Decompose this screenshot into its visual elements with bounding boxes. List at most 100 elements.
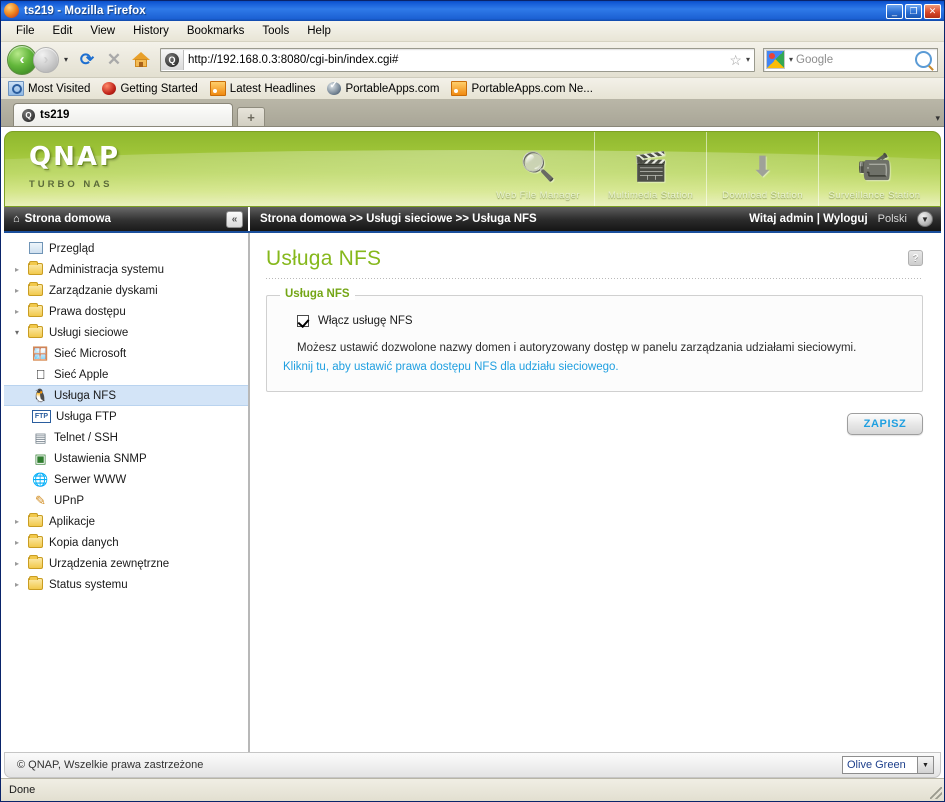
firefox-icon	[102, 82, 117, 95]
forward-button[interactable]: ›	[33, 46, 59, 73]
sidebar-item-status-systemu[interactable]: ▸ Status systemu	[4, 574, 248, 595]
station-web-file-manager[interactable]: 🔍 Web File Manager	[482, 132, 594, 206]
sidebar-item-label: Usługi sieciowe	[49, 326, 129, 339]
language-label[interactable]: Polski	[878, 213, 907, 225]
stop-icon[interactable]: ✕	[102, 48, 126, 72]
chevron-down-icon[interactable]: ▾	[746, 55, 750, 64]
reload-icon[interactable]: ⟳	[75, 48, 99, 72]
bookmark-getting-started[interactable]: Getting Started	[102, 82, 198, 95]
save-button[interactable]: ZAPISZ	[847, 413, 923, 436]
expander-icon[interactable]: ▸	[12, 307, 22, 316]
sidebar-item-label: Aplikacje	[49, 515, 96, 528]
sidebar-tree: ▸ Przegląd ▸ Administracja systemu ▸ Zar…	[4, 233, 250, 752]
brand-name: QNAP	[29, 142, 121, 172]
station-label: Multimedia Station	[607, 190, 694, 201]
menu-item-help[interactable]: Help	[298, 24, 340, 38]
expander-icon[interactable]: ▸	[12, 538, 22, 547]
sidebar-item-przeglad[interactable]: ▸ Przegląd	[4, 238, 248, 259]
station-multimedia[interactable]: 🎬 Multimedia Station	[594, 132, 706, 206]
page-viewport: QNAP TURBO NAS 🔍 Web File Manager 🎬 Mult…	[1, 127, 944, 778]
menu-item-view[interactable]: View	[81, 24, 124, 38]
bookmark-portableapps[interactable]: PortableApps.com	[327, 80, 439, 95]
minimize-button[interactable]: _	[886, 3, 903, 19]
sidebar-item-kopia-danych[interactable]: ▸ Kopia danych	[4, 532, 248, 553]
chevron-down-icon[interactable]: ▼	[917, 757, 933, 773]
theme-select[interactable]: Olive Green ▼	[842, 756, 934, 774]
sidebar-item-upnp[interactable]: ✎ UPnP	[4, 490, 248, 511]
url-bar[interactable]: Q http://192.168.0.3:8080/cgi-bin/index.…	[160, 47, 755, 72]
home-icon[interactable]	[129, 48, 153, 72]
chevron-down-icon[interactable]: ▾	[789, 55, 793, 64]
station-surveillance[interactable]: 📹 Surveillance Station	[818, 132, 930, 206]
site-favicon-icon: Q	[22, 108, 35, 122]
window-controls: _ ❐ ✕	[886, 3, 941, 19]
bookmark-star-icon[interactable]: ☆	[729, 53, 742, 67]
search-bar[interactable]: ▾ Google	[763, 47, 938, 72]
station-label: Surveillance Station	[828, 190, 921, 201]
download-icon: ⬇	[750, 151, 775, 182]
station-download[interactable]: ⬇ Download Station	[706, 132, 818, 206]
sidebar-item-ustawienia-snmp[interactable]: ▣ Ustawienia SNMP	[4, 448, 248, 469]
list-all-tabs-icon[interactable]: ▾	[935, 113, 940, 124]
copyright-text: © QNAP, Wszelkie prawa zastrzeżone	[17, 759, 204, 771]
site-identity-icon[interactable]: Q	[161, 49, 185, 70]
bookmark-portableapps-news[interactable]: PortableApps.com Ne...	[451, 81, 593, 96]
collapse-sidebar-button[interactable]: «	[226, 210, 243, 228]
menu-item-history[interactable]: History	[124, 24, 178, 38]
bookmark-most-visited[interactable]: Most Visited	[8, 81, 90, 96]
sidebar-item-administracja-systemu[interactable]: ▸ Administracja systemu	[4, 259, 248, 280]
back-forward-group: ‹ ›	[7, 44, 59, 75]
maximize-button[interactable]: ❐	[905, 3, 922, 19]
menu-bar: File Edit View History Bookmarks Tools H…	[1, 21, 944, 42]
bookmark-latest-headlines[interactable]: Latest Headlines	[209, 81, 315, 96]
menu-item-file[interactable]: File	[7, 24, 44, 38]
menu-item-tools[interactable]: Tools	[253, 24, 298, 38]
chevron-down-icon[interactable]: ▼	[917, 211, 933, 227]
sidebar-item-prawa-dostepu[interactable]: ▸ Prawa dostępu	[4, 301, 248, 322]
sidebar-item-usluga-ftp[interactable]: FTP Usługa FTP	[4, 406, 248, 427]
help-icon[interactable]: ?	[908, 250, 923, 266]
sidebar-item-urzadzenia-zewnetrzne[interactable]: ▸ Urządzenia zewnętrzne	[4, 553, 248, 574]
sidebar-item-zarzadzanie-dyskami[interactable]: ▸ Zarządzanie dyskami	[4, 280, 248, 301]
sidebar-item-uslugi-sieciowe[interactable]: ▾ Usługi sieciowe	[4, 322, 248, 343]
status-text: Done	[9, 784, 36, 796]
expander-icon[interactable]: ▸	[12, 580, 22, 589]
sidebar-item-usluga-nfs[interactable]: 🐧 Usługa NFS	[4, 385, 248, 406]
sidebar-item-serwer-www[interactable]: 🌐 Serwer WWW	[4, 469, 248, 490]
nfs-permissions-link[interactable]: Kliknij tu, aby ustawić prawa dostępu NF…	[283, 361, 906, 373]
expander-icon[interactable]: ▾	[12, 328, 22, 337]
station-label: Download Station	[722, 190, 803, 201]
sidebar-item-telnet-ssh[interactable]: ▤ Telnet / SSH	[4, 427, 248, 448]
title-divider	[266, 278, 923, 280]
sidebar-item-label: Serwer WWW	[54, 473, 127, 486]
tab-ts219[interactable]: Q ts219	[13, 103, 233, 126]
enable-nfs-label: Włącz usługę NFS	[318, 315, 413, 328]
sidebar-item-label: Urządzenia zewnętrzne	[49, 557, 170, 570]
enable-nfs-checkbox[interactable]	[297, 315, 309, 328]
url-text[interactable]: http://192.168.0.3:8080/cgi-bin/index.cg…	[188, 54, 725, 66]
fieldset-legend: Usługa NFS	[280, 288, 355, 301]
expander-icon[interactable]: ▸	[12, 517, 22, 526]
sidebar-item-aplikacje[interactable]: ▸ Aplikacje	[4, 511, 248, 532]
close-button[interactable]: ✕	[924, 3, 941, 19]
expander-icon[interactable]: ▸	[12, 265, 22, 274]
main-content: Usługa NFS ? Usługa NFS Włącz usługę NFS…	[250, 233, 941, 752]
sidebar-item-siec-microsoft[interactable]: 🪟 Sieć Microsoft	[4, 343, 248, 364]
sidebar-item-siec-apple[interactable]:  Sieć Apple	[4, 364, 248, 385]
chevron-down-icon[interactable]: ▾	[64, 55, 68, 64]
page-header: Usługa NFS ?	[266, 247, 923, 270]
welcome-logout[interactable]: Witaj admin | Wyloguj	[749, 213, 868, 225]
resize-grip[interactable]	[930, 787, 942, 799]
expander-icon[interactable]: ▸	[12, 286, 22, 295]
firefox-icon	[4, 3, 20, 19]
expander-icon[interactable]: ▸	[12, 559, 22, 568]
menu-item-bookmarks[interactable]: Bookmarks	[178, 24, 254, 38]
new-tab-button[interactable]: +	[237, 107, 265, 126]
enable-nfs-row[interactable]: Włącz usługę NFS	[297, 315, 906, 328]
home-link[interactable]: ⌂ Strona domowa	[13, 213, 226, 225]
search-input[interactable]: Google	[796, 54, 912, 66]
menu-item-edit[interactable]: Edit	[44, 24, 82, 38]
rss-icon	[451, 81, 468, 96]
google-icon[interactable]	[766, 50, 785, 69]
search-icon[interactable]	[915, 51, 932, 68]
